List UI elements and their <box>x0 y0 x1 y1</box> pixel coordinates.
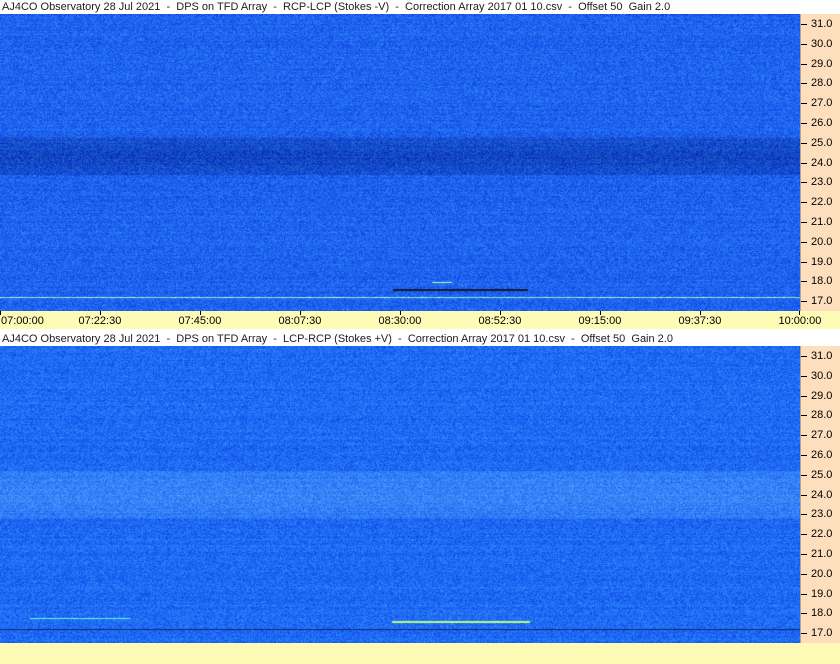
panel2-y-tick <box>801 613 807 615</box>
panel2-y-tick <box>801 633 807 635</box>
panel2-y-tick <box>801 435 807 437</box>
panel1-y-tick-label: 29.0 <box>811 57 833 70</box>
panel1-y-tick-label: 17.0 <box>811 295 833 308</box>
panel2-x-axis <box>0 643 840 664</box>
panel1-y-tick-label: 26.0 <box>811 116 833 129</box>
panel2-title: AJ4CO Observatory 28 Jul 2021 - DPS on T… <box>0 332 840 346</box>
panel2-y-tick-label: 31.0 <box>811 349 833 362</box>
panel2-y-tick-label: 20.0 <box>811 567 833 580</box>
panel2-y-tick-label: 17.0 <box>811 627 833 640</box>
panel1-x-tick-label: 07:00:00 <box>1 315 44 327</box>
panel1-x-tick-label: 10:00:00 <box>778 315 822 327</box>
panel1-y-tick-label: 27.0 <box>811 97 833 110</box>
panel2-y-tick-label: 29.0 <box>811 389 833 402</box>
panel2-y-tick <box>801 355 807 357</box>
panel1-x-axis: 07:00:00 07:22:30 07:45:00 08:07:30 08:30:00… <box>0 311 840 329</box>
panel2-spectrogram[interactable] <box>0 346 800 643</box>
panel1-spectrogram[interactable] <box>0 14 800 311</box>
panel1-spectrogram-canvas <box>0 14 800 311</box>
panel1-y-axis: 31.0 30.0 29.0 28.0 27.0 26.0 25.0 24.0 23.0 22.0… <box>800 14 840 311</box>
panel2-y-tick <box>801 573 807 575</box>
panel2-y-tick-label: 28.0 <box>811 409 833 422</box>
panel1-x-tick-label: 08:52:30 <box>478 315 522 327</box>
panel1-y-tick <box>801 241 807 243</box>
panel1-y-tick <box>801 63 807 65</box>
panel2-y-tick <box>801 534 807 536</box>
panel1-y-tick-label: 19.0 <box>811 255 833 268</box>
panel1-y-tick-label: 28.0 <box>811 77 833 90</box>
panel1-y-tick <box>801 261 807 263</box>
panel1-y-tick-label: 24.0 <box>811 156 833 169</box>
panel1-y-tick-label: 25.0 <box>811 136 833 149</box>
panel1-y-tick <box>801 43 807 45</box>
panel2-y-tick-label: 26.0 <box>811 448 833 461</box>
panel2-y-tick <box>801 474 807 476</box>
panel1-y-tick-label: 22.0 <box>811 196 833 209</box>
panel2-y-tick-label: 30.0 <box>811 369 833 382</box>
panel2-y-tick-label: 27.0 <box>811 429 833 442</box>
panel2-y-tick-label: 18.0 <box>811 607 833 620</box>
panel1-y-tick <box>801 202 807 204</box>
panel1-y-tick-label: 18.0 <box>811 275 833 288</box>
panel1-y-tick <box>801 281 807 283</box>
panel1-y-tick <box>801 162 807 164</box>
panel1-y-tick-label: 31.0 <box>811 17 833 30</box>
panel2-y-tick-label: 24.0 <box>811 488 833 501</box>
panel1-y-tick <box>801 103 807 105</box>
panel1-y-tick <box>801 142 807 144</box>
panel1-x-tick-label: 09:37:30 <box>678 315 722 327</box>
panel2-y-tick <box>801 375 807 377</box>
panel1-y-tick-label: 30.0 <box>811 37 833 50</box>
panel2-y-tick <box>801 395 807 397</box>
panel2-y-tick <box>801 415 807 417</box>
panel1-y-tick <box>801 23 807 25</box>
panel1-y-tick <box>801 301 807 303</box>
panel2-y-tick-label: 23.0 <box>811 508 833 521</box>
panel1-y-tick <box>801 83 807 85</box>
panel2-y-tick <box>801 514 807 516</box>
panel2-y-tick <box>801 454 807 456</box>
panel1-x-tick-label: 07:22:30 <box>78 315 122 327</box>
panel1-y-tick-label: 20.0 <box>811 235 833 248</box>
panel1-y-tick-label: 23.0 <box>811 176 833 189</box>
panel2-y-tick <box>801 593 807 595</box>
panel1-y-tick <box>801 221 807 223</box>
panel2-spectrogram-canvas <box>0 346 800 643</box>
panel2-y-tick-label: 19.0 <box>811 587 833 600</box>
panel1-x-tick-label: 07:45:00 <box>178 315 222 327</box>
panel1-title: AJ4CO Observatory 28 Jul 2021 - DPS on T… <box>0 0 840 14</box>
panel2-y-tick <box>801 494 807 496</box>
panel1-x-tick-label: 08:07:30 <box>278 315 322 327</box>
panel1-y-tick-label: 21.0 <box>811 215 833 228</box>
panel2-y-tick-label: 21.0 <box>811 547 833 560</box>
panel2-y-tick <box>801 553 807 555</box>
panel1-x-tick-label: 08:30:00 <box>378 315 422 327</box>
panel1-y-tick <box>801 182 807 184</box>
panel1-y-tick <box>801 122 807 124</box>
panel2-y-axis: 31.0 30.0 29.0 28.0 27.0 26.0 25.0 24.0 23.0 22.0… <box>800 346 840 643</box>
panel2-y-tick-label: 25.0 <box>811 468 833 481</box>
panel2-y-tick-label: 22.0 <box>811 528 833 541</box>
panel1-x-tick-label: 09:15:00 <box>578 315 622 327</box>
